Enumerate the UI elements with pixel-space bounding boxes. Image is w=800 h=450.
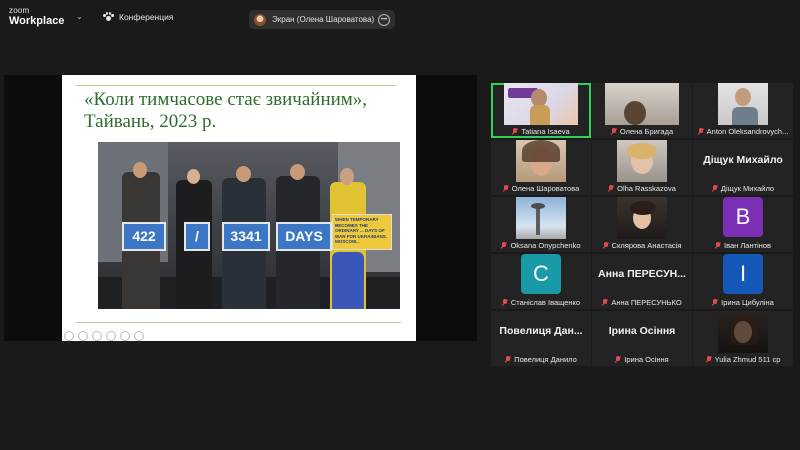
- mic-muted-icon: [503, 185, 509, 192]
- mic-muted-icon: [712, 185, 718, 192]
- screen-share-indicator[interactable]: Экран (Олена Шароватова) •••: [249, 10, 395, 29]
- participant-gallery: Tatiana Isaeva Олена Бригада Anton Oleks…: [491, 83, 793, 366]
- participant-name: Олена Бригада: [619, 127, 674, 136]
- participant-display-name: Повелиця Дан...: [499, 325, 583, 337]
- participant-tile[interactable]: Повелиця Дан... Повелиця Данило: [491, 311, 591, 366]
- participant-name: Ірина Осіння: [624, 355, 669, 364]
- title-divider: [76, 85, 396, 86]
- participant-tile[interactable]: Tatiana Isaeva: [491, 83, 591, 138]
- participant-tile[interactable]: Анна ПЕРЕСУН... Анна ПЕРЕСУНЬКО: [592, 254, 692, 309]
- participant-name: Олена Шароватова: [511, 184, 580, 193]
- participant-tile[interactable]: Anton Oleksandrovych...: [693, 83, 793, 138]
- participant-name: Діщук Михайло: [720, 184, 775, 193]
- participant-name: Olha Rasskazova: [617, 184, 676, 193]
- avatar-letter: І: [723, 254, 763, 294]
- participant-tile[interactable]: І Ірина Цибуліна: [693, 254, 793, 309]
- share-label: Экран (Олена Шароватова): [272, 15, 375, 24]
- meeting-title-label: Конференция: [119, 12, 174, 22]
- prev-slide-icon[interactable]: [64, 331, 74, 341]
- mic-muted-icon: [602, 299, 608, 306]
- mic-muted-icon: [501, 242, 507, 249]
- avatar-letter: В: [723, 197, 763, 237]
- participant-name: Станіслав Іващенко: [510, 298, 581, 307]
- pen-icon[interactable]: [92, 331, 102, 341]
- mic-muted-icon: [611, 128, 617, 135]
- participant-display-name: Анна ПЕРЕСУН...: [598, 268, 686, 280]
- participant-tile[interactable]: Діщук Михайло Діщук Михайло: [693, 140, 793, 195]
- participant-tile[interactable]: Oksana Onypchenko: [491, 197, 591, 252]
- mic-muted-icon: [512, 128, 518, 135]
- chevron-down-icon[interactable]: ⌄: [76, 12, 83, 21]
- mic-muted-icon: [615, 356, 621, 363]
- slide-title: «Коли тимчасове стає звичайним», Тайвань…: [84, 89, 404, 133]
- slide-title-line2: Тайвань, 2023 р.: [84, 111, 217, 132]
- presentation-slide: «Коли тимчасове стає звичайним», Тайвань…: [62, 75, 416, 341]
- participant-name: Склярова Анастасія: [611, 241, 682, 250]
- mic-muted-icon: [698, 128, 704, 135]
- participant-name: Oksana Onypchenko: [510, 241, 581, 250]
- slide-title-line1: «Коли тимчасове стає звичайним»,: [84, 89, 368, 110]
- mic-muted-icon: [706, 356, 712, 363]
- sign-days: DAYS: [276, 222, 332, 251]
- participant-tile[interactable]: Ірина Осіння Ірина Осіння: [592, 311, 692, 366]
- participant-name: Повелиця Данило: [514, 355, 577, 364]
- avatar-letter: С: [521, 254, 561, 294]
- top-bar: zoom Workplace ⌄ Конференция Экран (Олен…: [0, 0, 800, 32]
- zoom-workplace-logo[interactable]: zoom Workplace: [9, 6, 64, 27]
- mic-muted-icon: [502, 299, 508, 306]
- logo-line1: zoom: [9, 6, 30, 15]
- participant-tile[interactable]: Склярова Анастасія: [592, 197, 692, 252]
- participant-display-name: Діщук Михайло: [703, 154, 783, 166]
- participant-name: Anton Oleksandrovych...: [706, 127, 789, 136]
- participant-tile[interactable]: С Станіслав Іващенко: [491, 254, 591, 309]
- more-options-icon[interactable]: [134, 331, 144, 341]
- more-icon[interactable]: •••: [378, 13, 390, 26]
- yellow-sign: WHEN TEMPORARY BECOMES THE ORDINARY ... …: [332, 214, 392, 250]
- presenter-avatar: [254, 13, 266, 26]
- logo-line2: Workplace: [9, 15, 65, 27]
- slides-icon[interactable]: [120, 331, 130, 341]
- next-slide-icon[interactable]: [78, 331, 88, 341]
- meeting-title[interactable]: Конференция: [103, 12, 173, 22]
- mic-muted-icon: [603, 242, 609, 249]
- slide-footer-divider: [76, 322, 401, 323]
- slide-controls: [64, 331, 144, 341]
- paw-icon: [103, 12, 114, 22]
- participant-name: Ірина Цибуліна: [721, 298, 774, 307]
- participant-tile[interactable]: В Іван Лантінов: [693, 197, 793, 252]
- mic-muted-icon: [715, 242, 721, 249]
- mic-muted-icon: [712, 299, 718, 306]
- participant-name: Yulia Zhmud 511 ср: [714, 355, 781, 364]
- sign-slash: /: [184, 222, 210, 251]
- mic-muted-icon: [505, 356, 511, 363]
- participant-tile[interactable]: Олена Бригада: [592, 83, 692, 138]
- participant-display-name: Ірина Осіння: [608, 325, 676, 337]
- zoom-icon[interactable]: [106, 331, 116, 341]
- participant-tile[interactable]: Yulia Zhmud 511 ср: [693, 311, 793, 366]
- slide-photo: 422 / 3341 DAYS WHEN TEMPORARY BECOMES T…: [98, 142, 400, 309]
- participant-name: Tatiana Isaeva: [521, 127, 570, 136]
- participant-name: Анна ПЕРЕСУНЬКО: [611, 298, 682, 307]
- sign-422: 422: [122, 222, 166, 251]
- sign-3341: 3341: [222, 222, 270, 251]
- participant-name: Іван Лантінов: [723, 241, 771, 250]
- mic-muted-icon: [608, 185, 614, 192]
- participant-tile[interactable]: Olha Rasskazova: [592, 140, 692, 195]
- participant-tile[interactable]: Олена Шароватова: [491, 140, 591, 195]
